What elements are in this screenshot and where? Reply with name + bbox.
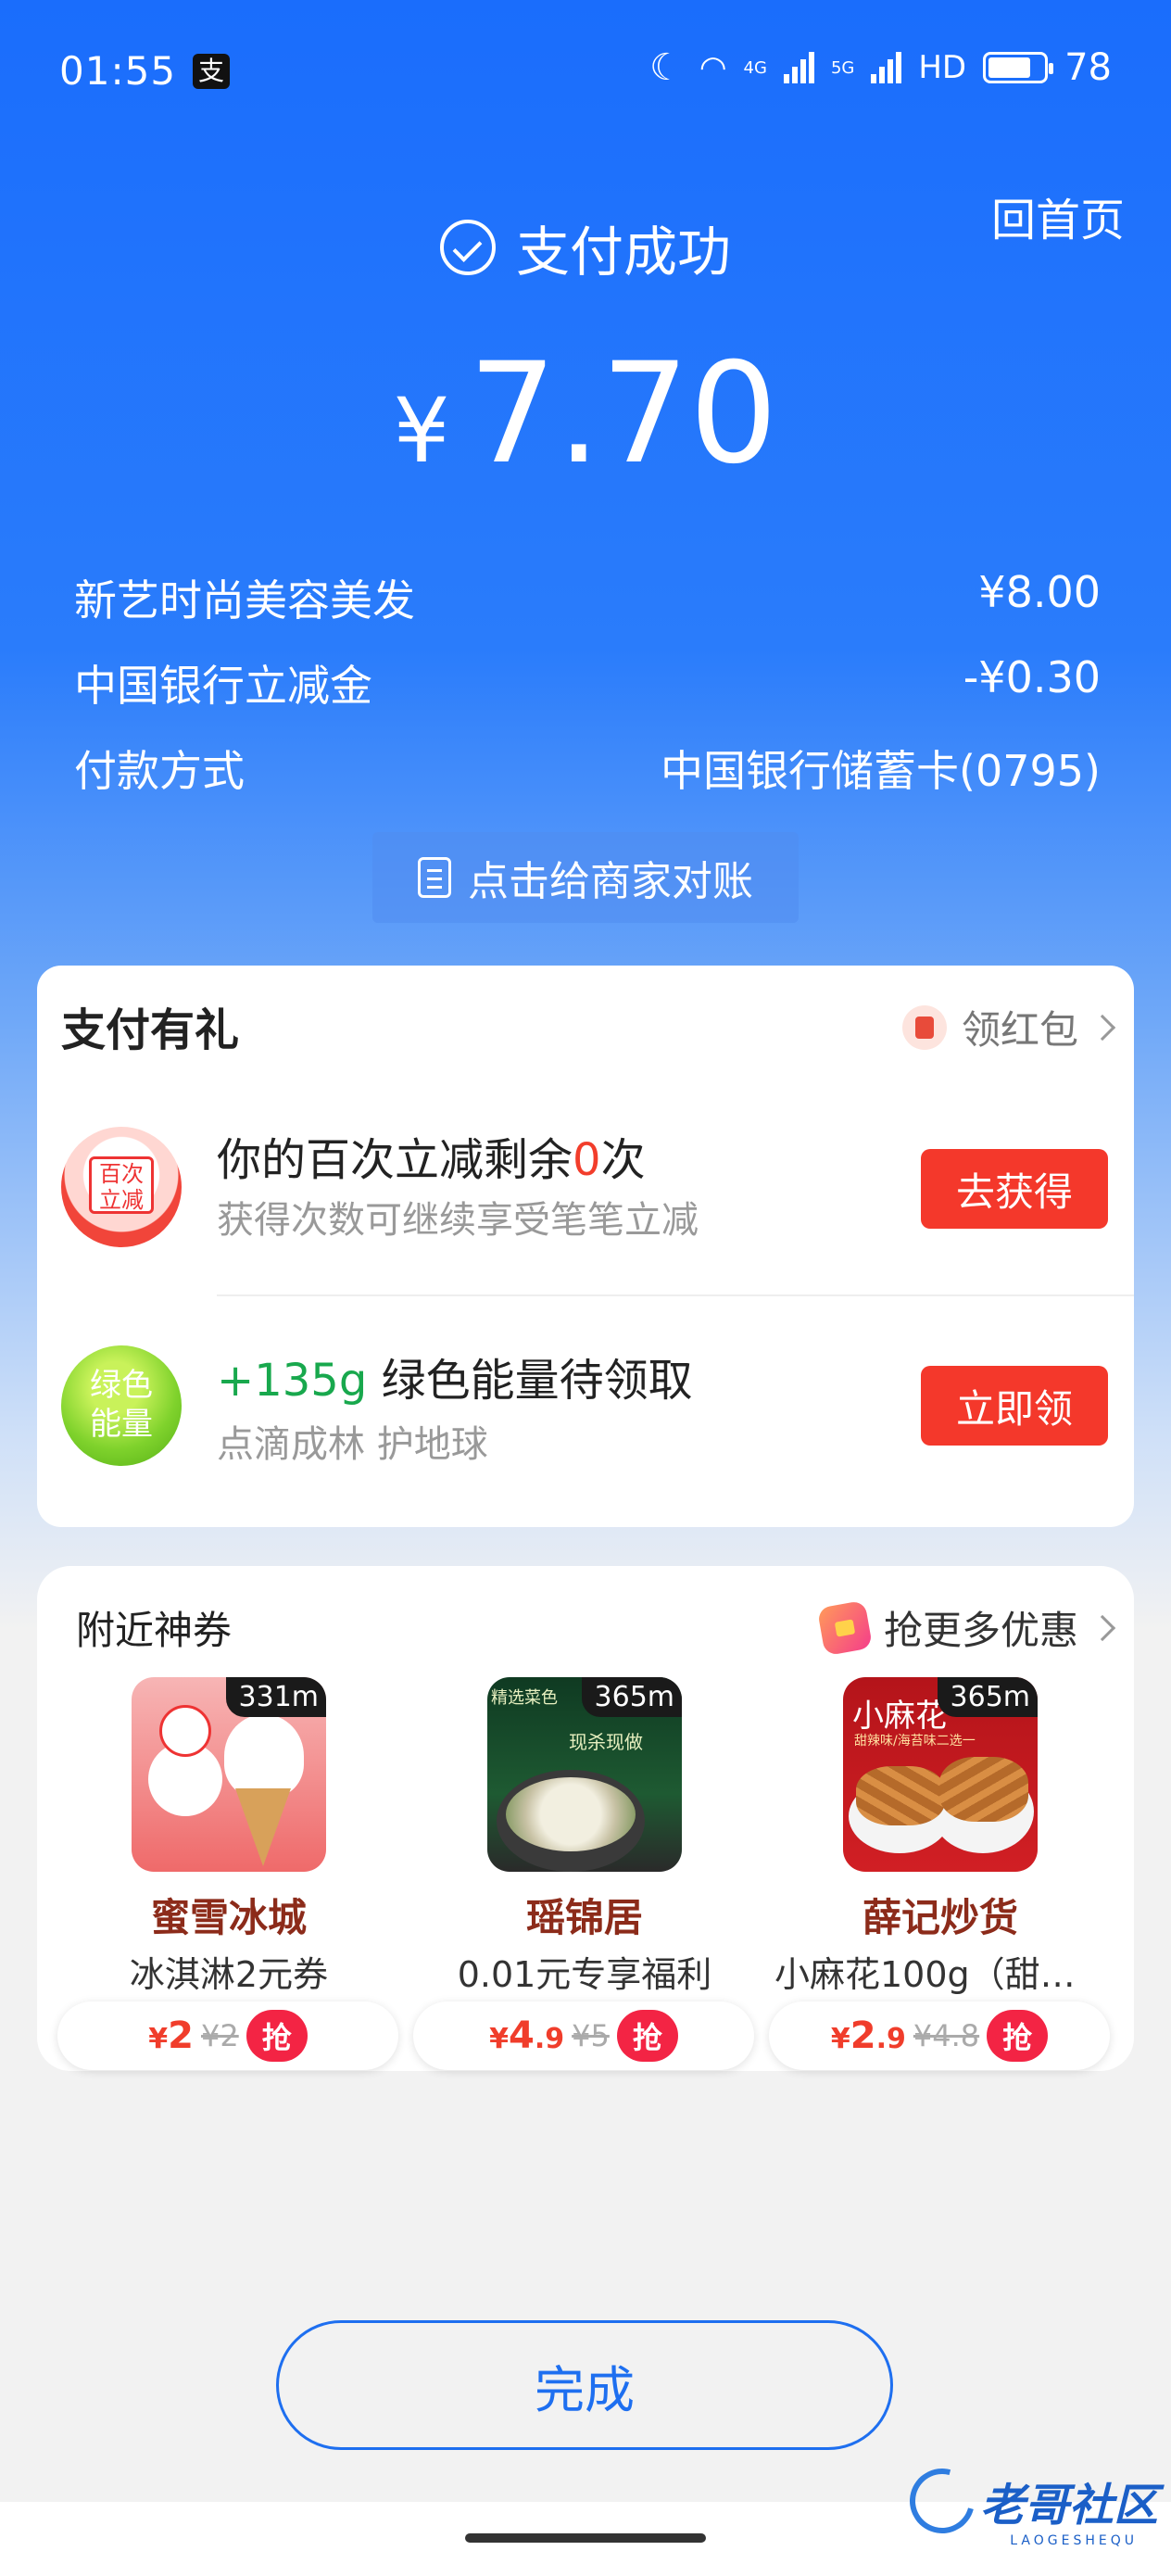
icon-text: 能量 — [90, 1406, 153, 1443]
battery-icon — [983, 52, 1054, 83]
merchant-name: 蜜雪冰城 — [150, 1895, 307, 1940]
signal-icon-2 — [871, 52, 902, 83]
watermark-logo-icon — [898, 2456, 987, 2545]
coupon-price-bar: ¥2.9 ¥4.8 抢 — [769, 2001, 1110, 2070]
image-text: 甜辣味/海苔味二选一 — [854, 1734, 976, 1749]
currency-symbol: ¥ — [393, 379, 450, 483]
coupon-price-bar: ¥2 ¥2 抢 — [57, 2001, 398, 2070]
done-button[interactable]: 完成 — [276, 2320, 893, 2450]
coupons-title: 附近神券 — [76, 1608, 233, 1653]
coupon-item[interactable]: 小麻花 甜辣味/海苔味二选一 365m 薛记炒货 小麻花100g（甜辣… ¥2.… — [769, 1677, 1112, 2070]
detail-value: 中国银行储蓄卡(0795) — [661, 746, 1101, 796]
battery-level: 78 — [1064, 46, 1112, 89]
hundred-discount-icon: 百次 立减 — [61, 1127, 182, 1247]
wifi-icon: ◠ — [699, 49, 727, 86]
red-packet-label: 领红包 — [961, 1007, 1078, 1053]
distance-badge: 365m — [937, 1677, 1038, 1717]
detail-label: 中国银行立减金 — [74, 661, 372, 711]
perks-title: 支付有礼 — [61, 1004, 240, 1056]
payment-success-title: 支付成功 — [0, 208, 1171, 286]
detail-label: 付款方式 — [74, 746, 245, 796]
coupon-image-fish-soup: 精选菜色 现杀现做 365m — [487, 1677, 682, 1872]
network-5g-label: 5G — [830, 57, 855, 78]
green-energy-icon: 绿色 能量 — [61, 1345, 182, 1466]
alipay-notification-icon: 支 — [193, 54, 230, 89]
coupon-list: 331m 蜜雪冰城 冰淇淋2元券 ¥2 ¥2 抢 精选菜色 现杀现做 365m … — [37, 1677, 1134, 2070]
amount-value: 7.70 — [468, 334, 778, 495]
document-icon — [418, 857, 451, 898]
coupon-item[interactable]: 精选菜色 现杀现做 365m 瑶锦居 0.01元专享福利 ¥4.9 ¥5 抢 — [413, 1677, 756, 2070]
current-price: ¥2.9 — [830, 2014, 906, 2057]
coupon-description: 冰淇淋2元券 — [129, 1954, 329, 1995]
get-more-button[interactable]: 去获得 — [921, 1149, 1108, 1229]
original-price: ¥4.8 — [913, 2018, 980, 2053]
coupon-price-bar: ¥4.9 ¥5 抢 — [413, 2001, 754, 2070]
coupon-description: 小麻花100g（甜辣… — [774, 1954, 1111, 1995]
hd-label: HD — [918, 49, 967, 86]
status-icons: ☾ ◠ 4G 5G HD 78 — [649, 46, 1112, 89]
perk-subtitle: 点滴成林 护地球 — [217, 1423, 488, 1466]
gift-icon — [816, 1599, 874, 1656]
perk-title-suffix: 绿色能量待领取 — [367, 1355, 693, 1407]
claim-now-button[interactable]: 立即领 — [921, 1366, 1108, 1446]
detail-label: 新艺时尚美容美发 — [74, 575, 415, 625]
check-circle-icon — [439, 220, 496, 275]
moon-icon: ☾ — [649, 46, 683, 89]
detail-row-payment-method: 付款方式 中国银行储蓄卡(0795) — [74, 738, 1101, 799]
get-red-packet-link[interactable]: 领红包 — [901, 999, 1116, 1055]
grab-button[interactable]: 抢 — [246, 2010, 308, 2062]
more-deals-link[interactable]: 抢更多优惠 — [816, 1599, 1116, 1656]
distance-badge: 331m — [225, 1677, 326, 1717]
grab-button[interactable]: 抢 — [616, 2010, 678, 2062]
icon-text: 绿色 — [90, 1367, 153, 1404]
status-time: 01:55 — [59, 48, 177, 94]
original-price: ¥2 — [201, 2018, 239, 2053]
perk-title: 你的百次立减剩余0次 — [217, 1123, 646, 1188]
chevron-right-icon — [1089, 1014, 1116, 1041]
coupon-image-mahua: 小麻花 甜辣味/海苔味二选一 365m — [843, 1677, 1038, 1872]
detail-row-merchant: 新艺时尚美容美发 ¥8.00 — [74, 567, 1101, 628]
merchant-name: 瑶锦居 — [525, 1895, 643, 1940]
image-text: 小麻花 — [852, 1698, 947, 1735]
nearby-coupons-card: 附近神券 抢更多优惠 331m 蜜雪冰城 冰淇淋2元券 ¥2 ¥2 抢 精选菜色 — [37, 1566, 1134, 2071]
current-price: ¥4.9 — [489, 2014, 565, 2057]
detail-value: -¥0.30 — [963, 652, 1101, 702]
more-deals-label: 抢更多优惠 — [883, 1608, 1078, 1653]
watermark-text: 老哥社区 — [979, 2480, 1158, 2532]
detail-value: ¥8.00 — [978, 567, 1101, 617]
network-4g-label: 4G — [743, 57, 767, 78]
reconcile-label: 点击给商家对账 — [468, 858, 753, 905]
payment-amount: ¥ 7.70 — [0, 334, 1171, 495]
icon-text: 百次 — [99, 1161, 144, 1187]
chevron-right-icon — [1089, 1614, 1116, 1641]
red-packet-icon — [901, 1004, 947, 1050]
perk-title-text: 你的百次立减剩余 — [217, 1134, 573, 1186]
image-text: 现杀现做 — [569, 1731, 643, 1753]
perk-count: 0 — [573, 1134, 601, 1186]
coupon-image-icecream: 331m — [132, 1677, 326, 1872]
watermark-subtext: LAOGESHEQU — [1010, 2533, 1138, 2548]
energy-amount: +135g — [217, 1355, 368, 1407]
image-text: 精选菜色 — [491, 1688, 558, 1708]
home-indicator[interactable] — [465, 2533, 706, 2543]
current-price: ¥2 — [148, 2014, 194, 2057]
perk-subtitle: 获得次数可继续享受笔笔立减 — [217, 1199, 699, 1242]
grab-button[interactable]: 抢 — [987, 2010, 1049, 2062]
watermark: 老哥社区 LAOGESHEQU — [898, 2456, 1158, 2548]
status-bar: 01:55 支 ☾ ◠ 4G 5G HD 78 — [0, 0, 1171, 139]
detail-row-discount: 中国银行立减金 -¥0.30 — [74, 652, 1101, 713]
coupon-description: 0.01元专享福利 — [457, 1954, 712, 1995]
original-price: ¥5 — [572, 2018, 610, 2053]
icon-text: 立减 — [99, 1187, 144, 1213]
merchant-name: 薛记炒货 — [862, 1895, 1018, 1940]
signal-icon-1 — [783, 52, 814, 83]
divider — [217, 1294, 1134, 1296]
success-text: 支付成功 — [515, 221, 731, 284]
reconcile-with-merchant-button[interactable]: 点击给商家对账 — [372, 832, 799, 923]
payment-perks-card: 支付有礼 领红包 百次 立减 你的百次立减剩余0次 获得次数可继续享受笔笔立减 去… — [37, 966, 1134, 1527]
perk-title-suffix: 次 — [600, 1134, 646, 1186]
distance-badge: 365m — [581, 1677, 682, 1717]
coupon-item[interactable]: 331m 蜜雪冰城 冰淇淋2元券 ¥2 ¥2 抢 — [57, 1677, 400, 2070]
perk-title: +135g 绿色能量待领取 — [217, 1344, 693, 1408]
